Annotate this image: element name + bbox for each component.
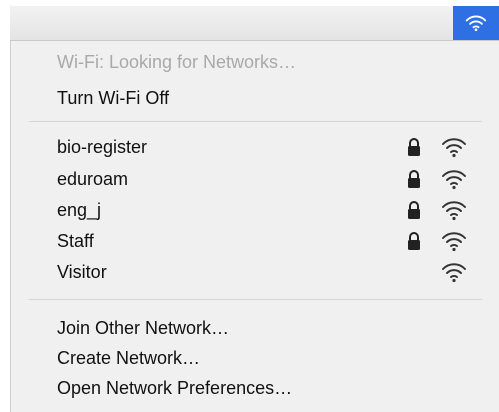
create-network-item[interactable]: Create Network… [57,347,200,369]
wifi-status-label: Wi-Fi: Looking for Networks… [57,52,297,72]
lock-icon [408,201,420,219]
lock-icon [408,170,420,188]
lock-icon [408,232,420,250]
turn-wifi-off-item[interactable]: Turn Wi-Fi Off [57,87,169,109]
menu-bar [10,6,499,41]
lock-icon [408,138,420,156]
wifi-signal-icon [442,170,466,190]
menu-separator [29,121,482,122]
network-name: eng_j [57,200,102,220]
wifi-signal-icon [442,201,466,221]
network-name: Visitor [57,262,107,282]
menu-separator [29,299,482,300]
wifi-menu-icon [465,15,487,32]
wifi-dropdown-menu: Wi-Fi: Looking for Networks… Turn Wi-Fi … [10,41,499,412]
wifi-signal-icon [442,263,466,283]
open-network-preferences-item[interactable]: Open Network Preferences… [57,377,292,399]
join-other-network-item[interactable]: Join Other Network… [57,317,229,339]
wifi-signal-icon [442,138,466,158]
network-name: Staff [57,231,94,251]
wifi-status-menu[interactable] [453,6,499,40]
wifi-signal-icon [442,232,466,252]
network-name: eduroam [57,169,129,189]
network-name: bio-register [57,137,148,157]
